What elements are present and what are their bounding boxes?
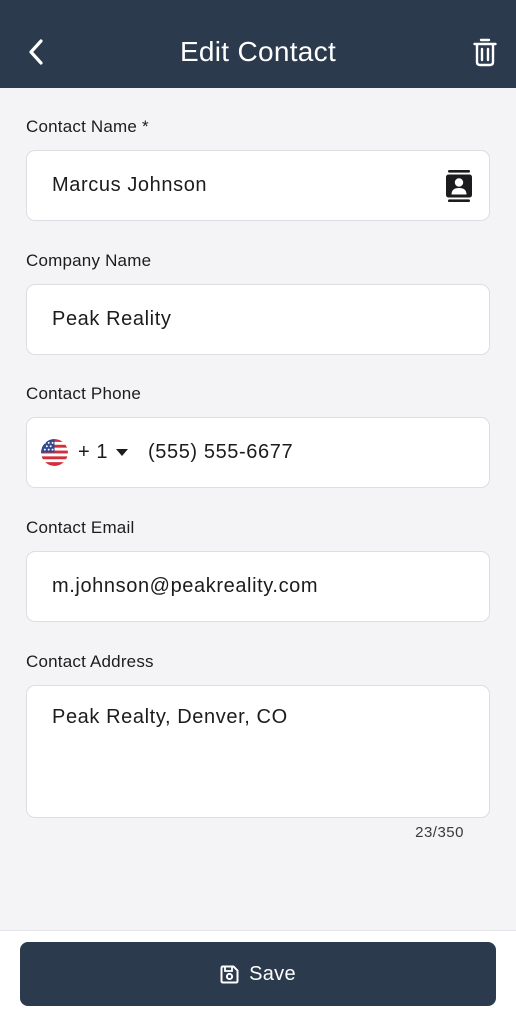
contact-name-field[interactable]: Marcus Johnson [26,150,490,221]
edit-contact-screen: Edit Contact Contact Name * Marcus Johns… [0,0,516,1024]
contact-address-value[interactable]: Peak Realty, Denver, CO [52,706,288,729]
company-name-label: Company Name [26,251,152,270]
contact-phone-field[interactable]: + 1 (555) 555-6677 [26,417,490,488]
trash-icon [473,38,497,67]
company-name-field[interactable]: Peak Reality [26,284,490,355]
contact-email-field[interactable]: m.johnson@peakreality.com [26,551,490,622]
country-code: + 1 [78,441,109,463]
company-name-value[interactable]: Peak Reality [52,285,171,354]
footer-bar: Save [0,930,516,1024]
save-button-label: Save [249,962,296,985]
contact-phone-label: Contact Phone [26,384,142,403]
contact-name-value[interactable]: Marcus Johnson [52,151,207,220]
save-button[interactable]: Save [20,942,496,1006]
contact-email-value[interactable]: m.johnson@peakreality.com [52,552,318,621]
contact-book-icon[interactable] [445,170,473,202]
address-char-counter: 23/350 [415,824,464,841]
delete-button[interactable] [470,34,500,70]
contact-name-label: Contact Name * [26,117,149,136]
page-title: Edit Contact [179,36,337,67]
country-code-selector[interactable]: + 1 [41,418,129,487]
contact-email-label: Contact Email [26,518,135,537]
contact-address-field[interactable]: Peak Realty, Denver, CO [26,685,490,818]
caret-down-icon [116,449,129,456]
floppy-disk-icon [220,965,239,983]
app-header: Edit Contact [0,0,516,88]
phone-number-value[interactable]: (555) 555-6677 [148,418,293,487]
contact-address-label: Contact Address [26,652,154,671]
us-flag-icon [41,439,68,466]
